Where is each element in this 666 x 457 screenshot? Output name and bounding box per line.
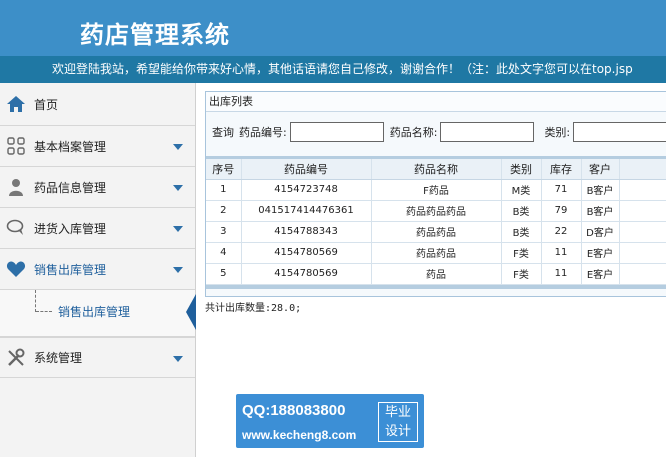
table-cell: 药品药品 [371,242,502,264]
table-cell: 2 [206,200,242,222]
table-cell: F类 [501,242,542,264]
table-cell: B类 [501,200,542,222]
divider [206,284,666,289]
table-cell: 药品药品 [371,221,502,243]
stock-out-panel: 出库列表 查询 药品编号: 药品名称: 类别: 序号 药品编号 药品名称 类别 … [205,91,666,297]
sidebar-item-label: 销售出库管理 [34,262,107,277]
column-header-extra [619,159,666,180]
column-header: 类别 [501,159,542,180]
column-header: 库存 [541,159,582,180]
name-label: 药品名称: [389,126,438,139]
sidebar-item-label: 药品信息管理 [34,180,107,195]
table-cell: 71 [541,179,582,201]
table-cell: B客户 [581,179,620,201]
table-row[interactable]: 3 4154788343 药品药品 B类 22 D客户 [206,221,666,243]
table-cell: 药品药品药品 [371,200,502,222]
sidebar-subitem-label: 销售出库管理 [58,304,131,319]
table-cell: 4154780569 [241,263,372,285]
sidebar-item-label: 进货入库管理 [34,221,107,236]
sidebar: 首页 基本档案管理 药品信息管理 进货入库管理 销售出库管理 销售出库管理 系统… [0,83,196,457]
app-title: 药店管理系统 [80,21,230,49]
wrench-icon [6,348,26,368]
table-cell: 4154780569 [241,242,372,264]
table-cell [619,221,666,243]
chevron-down-icon [173,185,183,191]
chevron-down-icon [173,226,183,232]
person-icon [6,177,26,197]
table-cell: B类 [501,221,542,243]
code-label: 药品编号: [239,126,287,139]
table-cell: 药品 [371,263,502,285]
table-cell [619,200,666,222]
drug-name-input[interactable] [440,122,535,142]
grid-icon [6,136,26,156]
tree-branch [36,310,52,312]
sidebar-subitem-sales-out[interactable]: 销售出库管理 [36,296,130,326]
total-quantity: 共计出库数量:28.0; [205,303,302,314]
watermark-site: www.kecheng8.com [242,428,357,442]
table-row[interactable]: 1 4154723748 F药品 M类 71 B客户 [206,179,666,201]
table-cell: D客户 [581,221,620,243]
table-cell: E客户 [581,263,620,285]
sidebar-item-label: 系统管理 [34,351,83,365]
table-cell: 4 [206,242,242,264]
home-icon [6,94,26,114]
chat-icon [6,218,26,238]
column-header: 药品编号 [241,159,372,180]
table-cell [619,242,666,264]
heart-icon [6,259,26,279]
badge-line: 设计 [384,424,411,439]
app-header: 药店管理系统 [0,0,666,56]
chevron-down-icon [173,144,183,150]
category-input[interactable] [573,122,666,142]
stock-out-table: 序号 药品编号 药品名称 类别 库存 客户 1 4154723748 F药品 M… [206,159,666,285]
table-cell: 11 [541,263,582,285]
sidebar-item-drug-info[interactable]: 药品信息管理 [0,167,195,208]
sidebar-item-stock-in[interactable]: 进货入库管理 [0,208,195,249]
sidebar-item-sales-out[interactable]: 销售出库管理 [0,249,195,290]
table-cell: F类 [501,263,542,285]
table-cell: 3 [206,221,242,243]
query-label: 查询 [212,126,234,139]
column-header: 药品名称 [371,159,502,180]
sidebar-item-basic-records[interactable]: 基本档案管理 [0,126,195,167]
table-cell: 4154723748 [241,179,372,201]
table-cell: E客户 [581,242,620,264]
table-cell: B客户 [581,200,620,222]
sidebar-item-home[interactable]: 首页 [0,83,195,126]
chevron-down-icon [173,356,183,362]
table-header-row: 序号 药品编号 药品名称 类别 库存 客户 [206,159,666,180]
watermark-badge: 毕业 设计 [378,402,418,442]
watermark-qq: QQ:188083800 [242,402,346,419]
sidebar-item-label: 基本档案管理 [34,139,107,154]
table-row[interactable]: 5 4154780569 药品 F类 11 E客户 [206,263,666,285]
drug-code-input[interactable] [289,122,384,142]
column-header: 客户 [581,159,620,180]
table-cell: M类 [501,179,542,201]
panel-title: 出库列表 [206,92,666,112]
table-row[interactable]: 4 4154780569 药品药品 F类 11 E客户 [206,242,666,264]
chevron-down-icon [173,267,183,273]
table-cell: 11 [541,242,582,264]
table-cell: 1 [206,179,242,201]
sidebar-item-label: 首页 [34,97,59,112]
query-bar: 查询 药品编号: 药品名称: 类别: [206,112,666,152]
table-cell: 4154788343 [241,221,372,243]
table-cell: 041517414476361 [241,200,372,222]
table-cell: 79 [541,200,582,222]
badge-line: 毕业 [384,405,411,420]
table-cell: 5 [206,263,242,285]
column-header: 序号 [206,159,242,180]
table-cell: F药品 [371,179,502,201]
table-cell [619,263,666,285]
table-row[interactable]: 2 041517414476361 药品药品药品 B类 79 B客户 [206,200,666,222]
sidebar-item-system[interactable]: 系统管理 [0,337,195,378]
category-label: 类别: [544,126,571,139]
welcome-banner: 欢迎登陆我站，希望能给你带来好心情，其他话语请您自己修改，谢谢合作！（注：此处文… [0,56,666,83]
active-pointer-icon [186,294,196,330]
watermark-logo: QQ:188083800 www.kecheng8.com 毕业 设计 [236,394,424,448]
table-cell [619,179,666,201]
sidebar-submenu: 销售出库管理 [0,290,196,337]
table-cell: 22 [541,221,582,243]
